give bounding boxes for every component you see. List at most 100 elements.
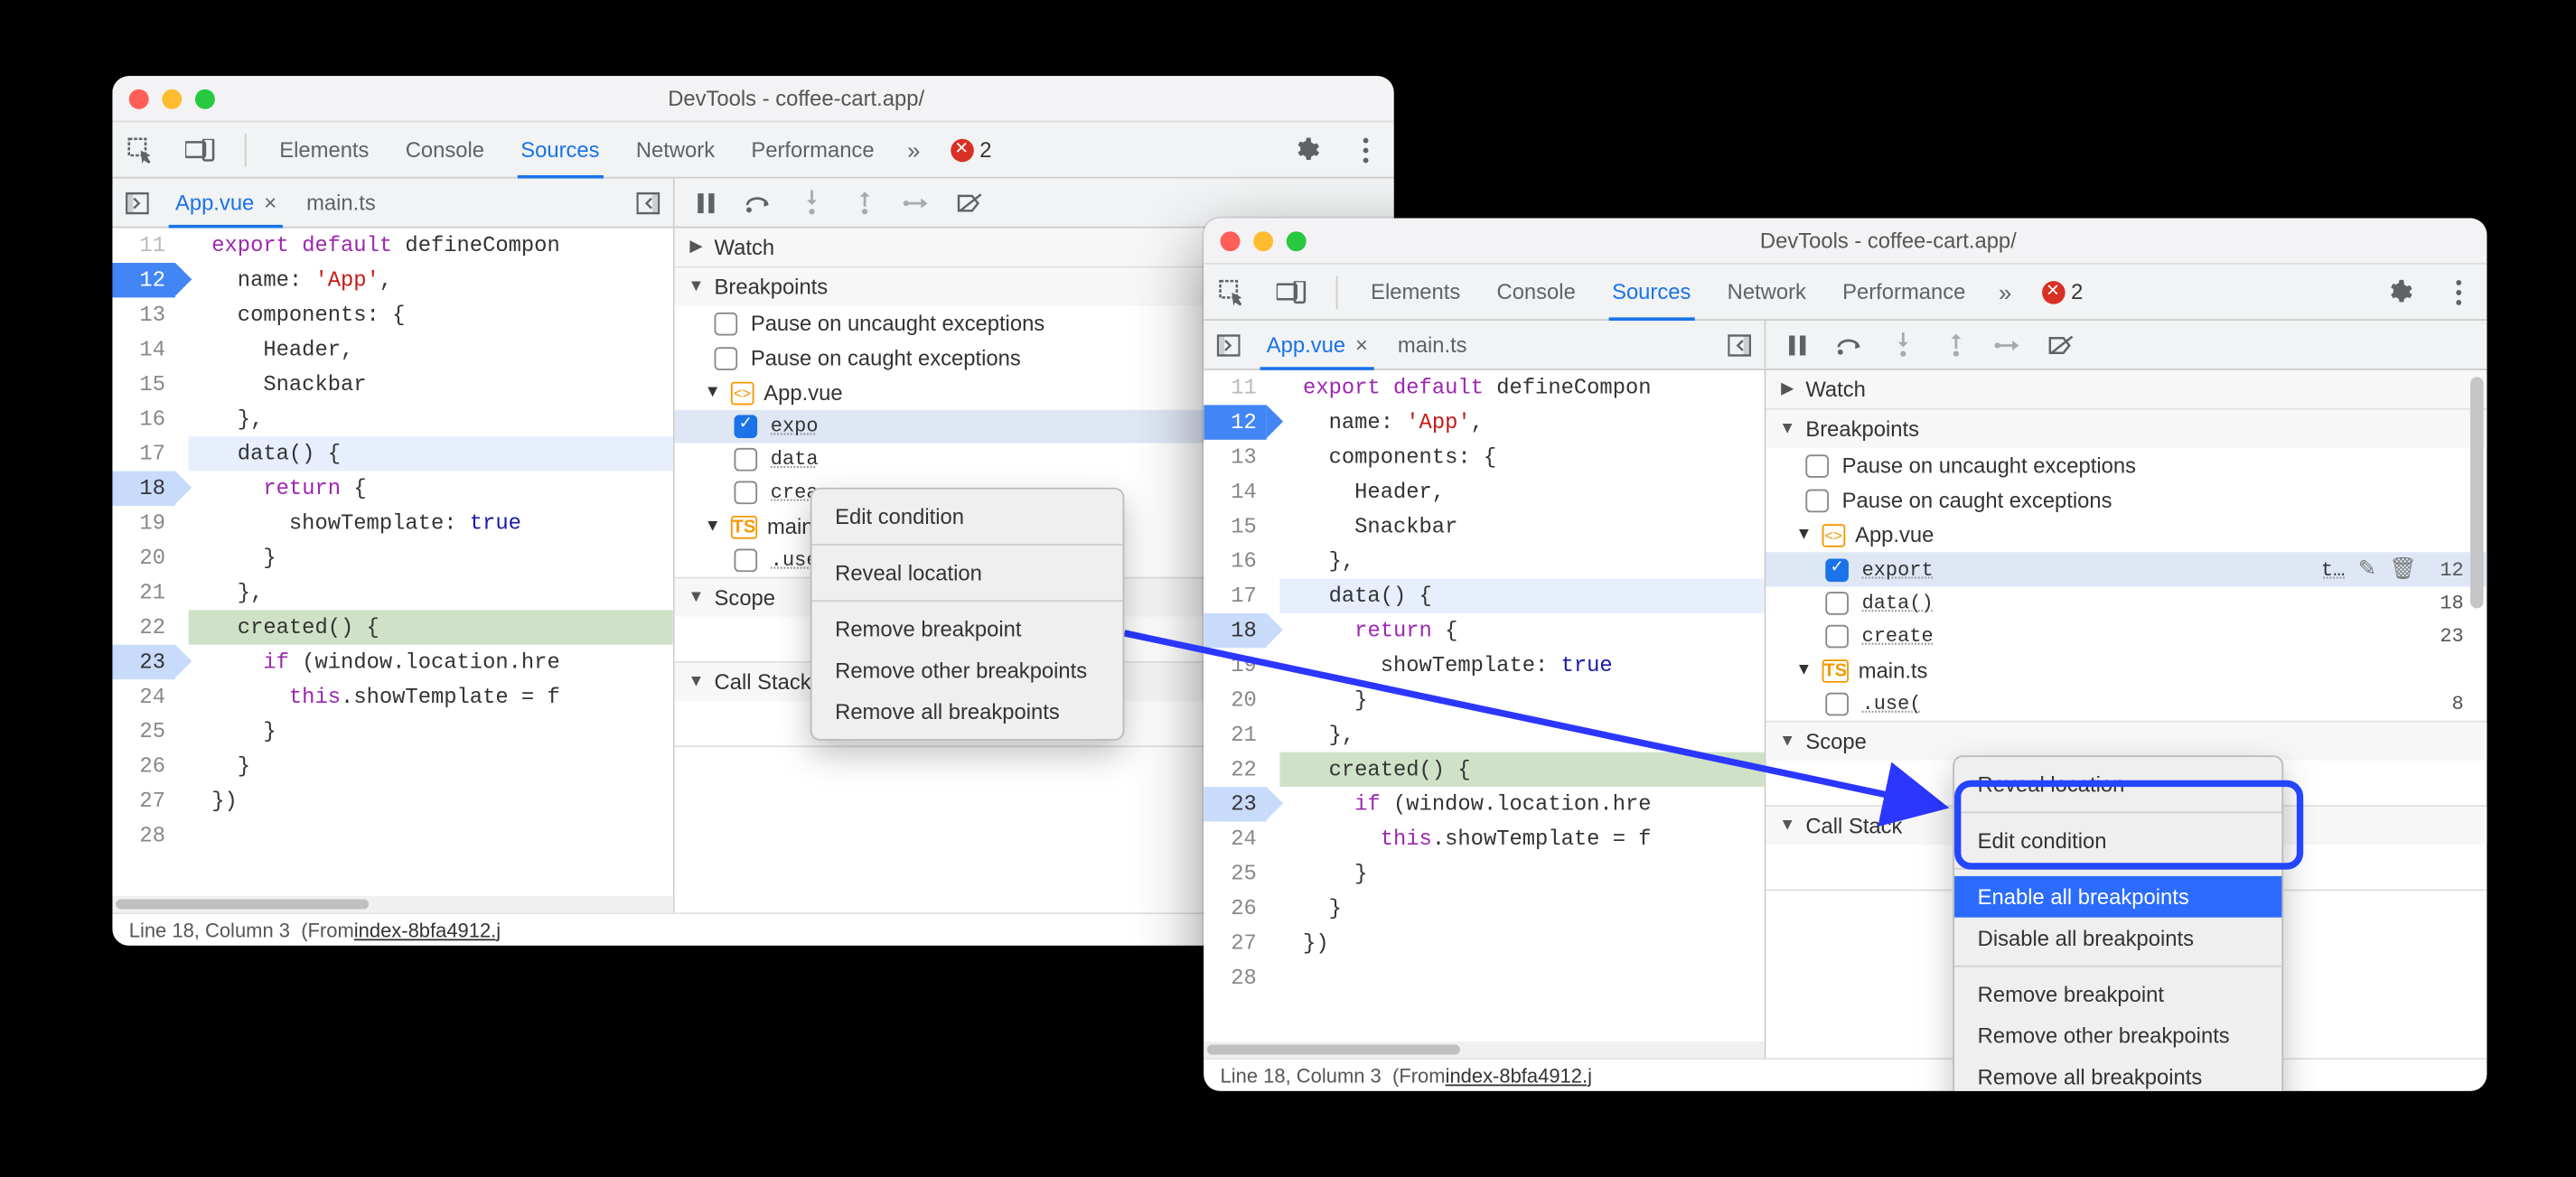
code-line[interactable]: return {	[211, 472, 673, 506]
pause-uncaught-row[interactable]: Pause on uncaught exceptions	[1766, 448, 2487, 482]
debugger-toggle-icon[interactable]	[633, 188, 663, 218]
tab-elements[interactable]: Elements	[1367, 265, 1464, 319]
tab-console[interactable]: Console	[1494, 265, 1579, 319]
inspect-icon[interactable]	[126, 135, 155, 164]
code-line[interactable]: export default defineCompon	[1303, 370, 1765, 405]
code-line[interactable]: }	[211, 749, 673, 783]
line-number[interactable]: 13	[1204, 440, 1267, 474]
more-tabs-icon[interactable]: »	[907, 136, 920, 163]
checkbox-icon[interactable]	[1825, 558, 1849, 582]
line-number[interactable]: 26	[1204, 891, 1267, 925]
tab-performance[interactable]: Performance	[1840, 265, 1970, 319]
checkbox-icon[interactable]	[735, 481, 758, 505]
step-out-icon[interactable]	[1941, 330, 1971, 360]
line-number[interactable]: 15	[1204, 509, 1267, 544]
file-tab-appvue[interactable]: App.vue×	[1260, 322, 1374, 369]
step-over-icon[interactable]	[745, 188, 774, 218]
pause-icon[interactable]	[1783, 330, 1813, 360]
file-tab-maints[interactable]: main.ts	[300, 179, 382, 227]
checkbox-icon[interactable]	[735, 415, 758, 438]
menu-item-remove-all-breakpoints[interactable]: Remove all breakpoints	[812, 691, 1123, 733]
step-icon[interactable]	[903, 188, 932, 218]
settings-icon[interactable]	[1291, 135, 1321, 164]
pause-caught-row[interactable]: Pause on caught exceptions	[1766, 482, 2487, 517]
code-line[interactable]: },	[211, 575, 673, 610]
checkbox-icon[interactable]	[715, 346, 738, 369]
line-number[interactable]: 22	[112, 610, 175, 644]
line-number[interactable]: 17	[112, 436, 175, 471]
step-out-icon[interactable]	[850, 188, 880, 218]
tab-sources[interactable]: Sources	[1608, 266, 1694, 320]
code-line[interactable]: Snackbar	[211, 367, 673, 401]
code-line[interactable]: },	[211, 402, 673, 436]
menu-item-reveal-location[interactable]: Reveal location	[1954, 763, 2281, 805]
line-number[interactable]: 12	[1204, 405, 1267, 439]
deactivate-breakpoints-icon[interactable]	[956, 188, 986, 218]
tab-network[interactable]: Network	[1724, 265, 1810, 319]
code-line[interactable]: }	[1303, 856, 1765, 891]
line-number[interactable]: 28	[1204, 960, 1267, 995]
menu-item-remove-other-breakpoints[interactable]: Remove other breakpoints	[1954, 1015, 2281, 1057]
sourcemap-link[interactable]: index-8bfa4912.j	[354, 919, 501, 942]
line-number[interactable]: 18	[112, 472, 175, 506]
line-number[interactable]: 16	[1204, 544, 1267, 578]
code-line[interactable]: }	[1303, 891, 1765, 925]
tab-elements[interactable]: Elements	[276, 122, 373, 176]
maximize-window-icon[interactable]	[195, 89, 215, 108]
code-line[interactable]: })	[1303, 926, 1765, 960]
debugger-toggle-icon[interactable]	[1725, 330, 1755, 360]
line-number[interactable]: 13	[112, 297, 175, 332]
breakpoint-row[interactable]: export t… ✎ 🗑 12	[1766, 552, 2487, 586]
code-line[interactable]: name: 'App',	[211, 263, 673, 297]
error-badge[interactable]: ✕2	[950, 137, 991, 162]
menu-item-enable-all-breakpoints[interactable]: Enable all breakpoints	[1954, 876, 2281, 918]
checkbox-icon[interactable]	[1805, 489, 1829, 512]
code-line[interactable]: name: 'App',	[1303, 405, 1765, 439]
menu-item-edit-condition[interactable]: Edit condition	[812, 496, 1123, 537]
minimize-window-icon[interactable]	[162, 89, 182, 108]
code-editor[interactable]: 111213141516171819202122232425262728 exp…	[112, 229, 672, 913]
close-tab-icon[interactable]: ×	[1355, 332, 1368, 356]
tab-console[interactable]: Console	[402, 122, 488, 176]
breakpoints-section-header[interactable]: ▼Breakpoints	[1766, 410, 2487, 448]
step-into-icon[interactable]	[797, 188, 827, 218]
checkbox-icon[interactable]	[735, 448, 758, 472]
vertical-scrollbar[interactable]	[2467, 370, 2487, 1058]
line-number[interactable]: 27	[112, 783, 175, 817]
menu-item-remove-breakpoint[interactable]: Remove breakpoint	[1954, 974, 2281, 1015]
line-number[interactable]: 14	[112, 332, 175, 367]
pause-icon[interactable]	[691, 188, 721, 218]
menu-item-edit-condition[interactable]: Edit condition	[1954, 820, 2281, 862]
line-number[interactable]: 27	[1204, 926, 1267, 960]
code-line[interactable]: Header,	[1303, 474, 1765, 509]
code-line[interactable]: export default defineCompon	[211, 229, 673, 263]
menu-item-disable-all-breakpoints[interactable]: Disable all breakpoints	[1954, 918, 2281, 959]
step-into-icon[interactable]	[1888, 330, 1918, 360]
navigator-toggle-icon[interactable]	[122, 188, 152, 218]
line-number[interactable]: 19	[112, 506, 175, 540]
line-number[interactable]: 20	[112, 540, 175, 574]
device-toolbar-icon[interactable]	[185, 135, 215, 164]
watch-section-header[interactable]: ▶Watch	[1766, 370, 2487, 408]
code-line[interactable]: if (window.location.hre	[211, 645, 673, 679]
line-number[interactable]: 15	[112, 367, 175, 401]
close-window-icon[interactable]	[1221, 230, 1241, 250]
settings-icon[interactable]	[2384, 277, 2414, 307]
code-line[interactable]: Header,	[211, 332, 673, 367]
line-number[interactable]: 16	[112, 402, 175, 436]
maximize-window-icon[interactable]	[1287, 230, 1307, 250]
device-toolbar-icon[interactable]	[1277, 277, 1307, 307]
code-line[interactable]: Snackbar	[1303, 509, 1765, 544]
line-number[interactable]: 26	[112, 749, 175, 783]
menu-item-reveal-location[interactable]: Reveal location	[812, 552, 1123, 593]
line-number[interactable]: 24	[112, 679, 175, 714]
checkbox-icon[interactable]	[1825, 592, 1849, 615]
code-line[interactable]: }	[211, 715, 673, 749]
line-number[interactable]: 12	[112, 263, 175, 297]
code-line[interactable]: data() {	[1279, 579, 1764, 613]
bp-file-appvue[interactable]: ▼<>App.vue	[1766, 518, 2487, 552]
checkbox-icon[interactable]	[735, 549, 758, 573]
sourcemap-link[interactable]: index-8bfa4912.j	[1446, 1064, 1592, 1088]
code-line[interactable]: this.showTemplate = f	[211, 679, 673, 714]
line-number[interactable]: 25	[1204, 856, 1267, 891]
